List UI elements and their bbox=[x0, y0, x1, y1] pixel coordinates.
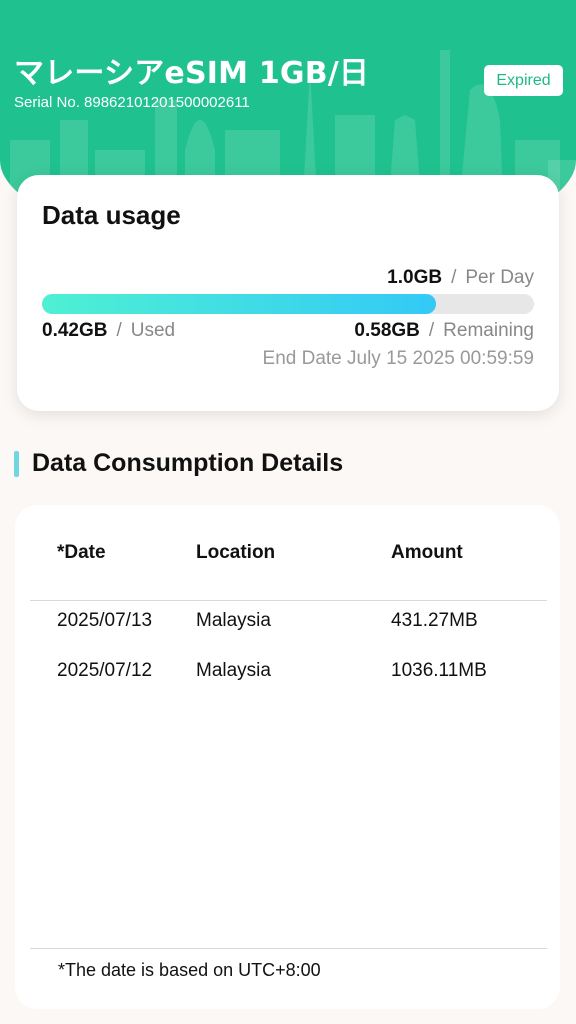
section-accent-bar bbox=[14, 451, 19, 477]
serial-number: Serial No. 89862101201500002611 bbox=[14, 94, 250, 111]
data-usage-title: Data usage bbox=[42, 200, 181, 230]
column-header-location: Location bbox=[196, 542, 276, 563]
plan-title: マレーシアeSIM 1GB/日 bbox=[14, 56, 370, 91]
column-header-amount: Amount bbox=[391, 542, 463, 563]
section-title: Data Consumption Details bbox=[32, 449, 344, 477]
end-date: End Date July 15 2025 00:59:59 bbox=[262, 348, 534, 369]
remaining-amount: 0.58GB / Remaining bbox=[354, 320, 534, 342]
remaining-separator: / bbox=[428, 320, 435, 341]
used-label: Used bbox=[130, 320, 176, 341]
usage-progress-fill bbox=[42, 294, 436, 314]
per-day-separator: / bbox=[451, 267, 457, 288]
column-header-date: *Date bbox=[57, 542, 106, 563]
row-amount: 1036.11MB bbox=[391, 660, 487, 681]
footer-divider bbox=[30, 948, 547, 949]
per-day-allowance: 1.0GB / Per Day bbox=[387, 267, 534, 289]
status-badge: Expired bbox=[484, 65, 563, 96]
per-day-label: Per Day bbox=[465, 267, 534, 288]
row-location: Malaysia bbox=[196, 660, 271, 681]
consumption-details-card: *Date Location Amount 2025/07/13 Malaysi… bbox=[15, 505, 560, 1009]
row-date: 2025/07/12 bbox=[57, 660, 153, 681]
usage-progress-bar bbox=[42, 294, 534, 314]
remaining-label: Remaining bbox=[443, 320, 534, 341]
used-separator: / bbox=[116, 320, 122, 341]
data-usage-card: Data usage 1.0GB / Per Day 0.42GB / Used 0.5… bbox=[17, 175, 559, 411]
remaining-value: 0.58GB bbox=[354, 320, 420, 341]
header-divider bbox=[30, 600, 547, 601]
row-amount: 431.27MB bbox=[391, 610, 478, 631]
used-amount: 0.42GB / Used bbox=[42, 320, 175, 342]
per-day-value: 1.0GB bbox=[387, 267, 443, 288]
timezone-footnote: *The date is based on UTC+8:00 bbox=[58, 960, 321, 980]
used-value: 0.42GB bbox=[42, 320, 108, 341]
row-location: Malaysia bbox=[196, 610, 271, 631]
row-date: 2025/07/13 bbox=[57, 610, 153, 631]
